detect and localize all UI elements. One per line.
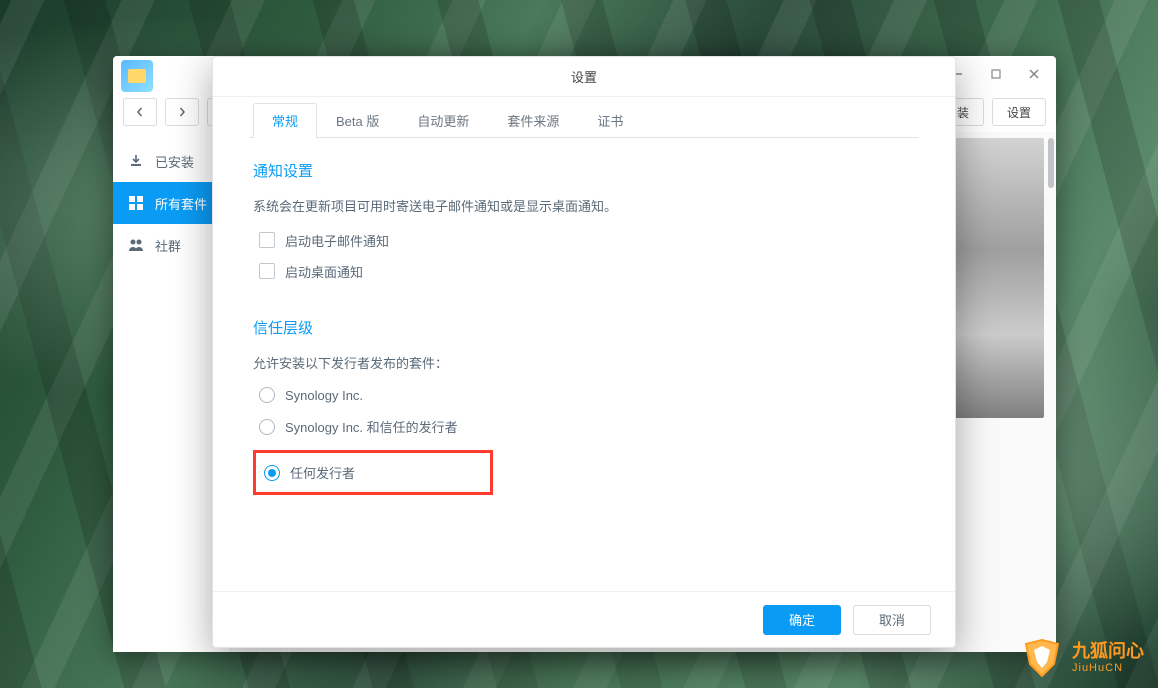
watermark: 九狐问心 JiuHuCN — [1020, 636, 1144, 680]
scrollbar[interactable] — [1048, 138, 1054, 188]
app-icon — [121, 60, 153, 92]
grid-icon — [127, 194, 145, 212]
nav-back-button[interactable] — [123, 98, 157, 126]
highlighted-option: 任何发行者 — [253, 450, 493, 495]
checkbox-row-desktop: 启动桌面通知 — [253, 262, 915, 281]
trust-radio-trusted[interactable] — [259, 419, 275, 435]
modal-tabs: 常规 Beta 版 自动更新 套件来源 证书 — [213, 97, 955, 137]
ok-button[interactable]: 确定 — [763, 605, 841, 635]
modal-footer: 确定 取消 — [213, 591, 955, 647]
tab-general[interactable]: 常规 — [253, 103, 317, 137]
settings-button[interactable]: 设置 — [992, 98, 1046, 126]
close-button[interactable] — [1020, 62, 1048, 86]
tab-package-sources[interactable]: 套件来源 — [488, 103, 578, 137]
section-title-trust: 信任层级 — [253, 317, 915, 338]
checkbox-label: 启动电子邮件通知 — [285, 231, 389, 250]
sidebar-label: 已安装 — [155, 152, 194, 171]
maximize-button[interactable] — [982, 62, 1010, 86]
checkbox-label: 启动桌面通知 — [285, 262, 363, 281]
section-title-notification: 通知设置 — [253, 160, 915, 181]
radio-label: 任何发行者 — [290, 463, 355, 482]
checkbox-row-email: 启动电子邮件通知 — [253, 231, 915, 250]
watermark-en: JiuHuCN — [1072, 662, 1144, 674]
tab-certificate[interactable]: 证书 — [578, 103, 642, 137]
radio-row-synology: Synology Inc. — [253, 387, 915, 403]
trust-radio-any[interactable] — [264, 465, 280, 481]
people-icon — [127, 236, 145, 254]
tab-beta[interactable]: Beta 版 — [317, 103, 398, 137]
modal-title: 设置 — [213, 57, 955, 97]
email-notification-checkbox[interactable] — [259, 232, 275, 248]
banner-image — [944, 138, 1044, 418]
fox-logo-icon — [1020, 636, 1064, 680]
trust-description: 允许安装以下发行者发布的套件： — [253, 354, 915, 374]
cancel-button[interactable]: 取消 — [853, 605, 931, 635]
sidebar-label: 所有套件 — [155, 194, 207, 213]
radio-label: Synology Inc. 和信任的发行者 — [285, 417, 458, 436]
settings-modal: 设置 常规 Beta 版 自动更新 套件来源 证书 通知设置 系统会在更新项目可… — [212, 56, 956, 648]
download-icon — [127, 152, 145, 170]
notification-description: 系统会在更新项目可用时寄送电子邮件通知或是显示桌面通知。 — [253, 197, 915, 217]
nav-forward-button[interactable] — [165, 98, 199, 126]
trust-radio-synology[interactable] — [259, 387, 275, 403]
radio-label: Synology Inc. — [285, 388, 363, 403]
radio-row-trusted: Synology Inc. 和信任的发行者 — [253, 417, 915, 436]
tab-auto-update[interactable]: 自动更新 — [398, 103, 488, 137]
watermark-cn: 九狐问心 — [1072, 642, 1144, 662]
modal-content: 通知设置 系统会在更新项目可用时寄送电子邮件通知或是显示桌面通知。 启动电子邮件… — [213, 138, 955, 591]
desktop-notification-checkbox[interactable] — [259, 263, 275, 279]
sidebar-label: 社群 — [155, 236, 181, 255]
